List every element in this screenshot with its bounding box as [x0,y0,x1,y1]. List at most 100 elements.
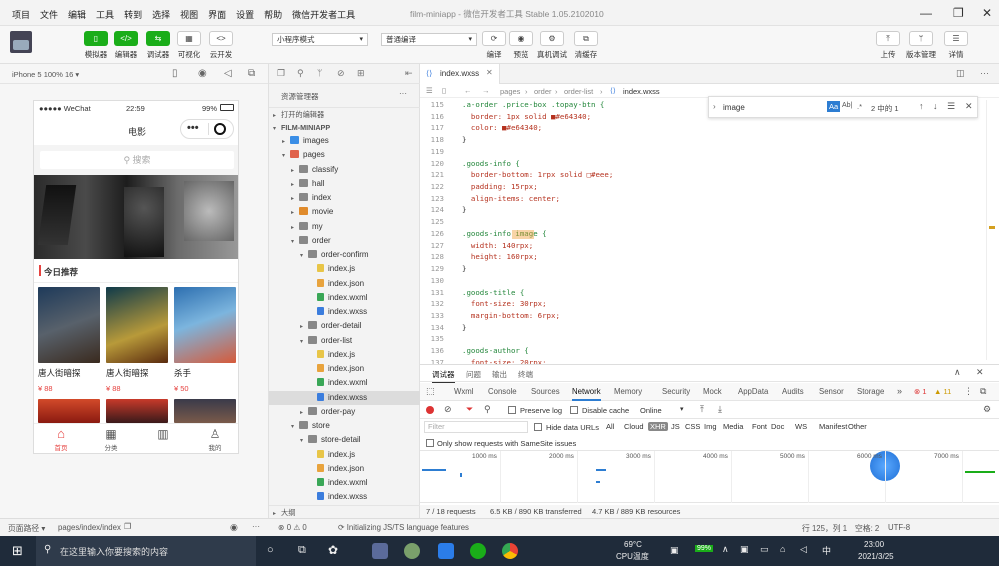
minimap-scrollbar[interactable] [986,100,996,360]
preview-eye-icon[interactable]: ◉ [230,522,238,533]
whole-word-toggle[interactable]: Ab| [842,102,852,109]
warning-count[interactable]: ▲ 11 [934,387,951,396]
file-item[interactable]: index.wxss [269,390,421,405]
tray-chevron-icon[interactable]: ∧ [722,544,729,555]
git-icon[interactable]: ᛘ [317,68,322,78]
file-item[interactable]: index.wxss [269,490,421,504]
breadcrumb-pages[interactable]: pages [500,87,520,96]
taskbar-date[interactable]: 2021/3/25 [858,552,894,561]
app-tray-icon[interactable]: ▣ [670,545,679,556]
find-input[interactable]: image [723,103,745,112]
code-line[interactable]: 132 font-size: 30rpx; [420,298,980,310]
minimize-icon[interactable]: — [920,6,932,20]
devtools-tab-memory[interactable]: Memory [614,387,642,396]
devtools-tab-appdata[interactable]: AppData [738,387,768,396]
breadcrumb-order-list[interactable]: order-list [564,87,593,96]
folder-item[interactable]: ▾ order-list [269,334,421,348]
devtools-tab-sources[interactable]: Sources [531,387,560,396]
close-tab-icon[interactable]: ✕ [486,68,493,77]
record-network-icon[interactable] [426,406,434,414]
menu-item-3[interactable]: 工具 [96,8,114,21]
list-icon[interactable]: ☰ [426,86,433,95]
folder-item[interactable]: ▸ classify [269,163,421,177]
forward-icon[interactable]: → [482,86,490,95]
devtools-tab-mock[interactable]: Mock [703,387,722,396]
filter-type-manifest[interactable]: Manifest [819,422,847,431]
file-item[interactable]: index.wxml [269,291,421,305]
find-in-selection-icon[interactable]: ☰ [947,101,955,112]
device-icon[interactable]: ▯ [172,68,178,79]
page-path-label[interactable]: 页面路径 ▾ [8,523,45,534]
code-line[interactable]: 120 .goods-info { [420,158,980,170]
windows-start-icon[interactable]: ⊞ [12,543,23,559]
code-line[interactable]: 130 [420,275,980,287]
file-item[interactable]: index.wxss [269,305,421,319]
tab-category[interactable]: ▦ 分类 [98,426,124,452]
code-line[interactable]: 124} [420,204,980,216]
toggle-replace-icon[interactable]: › [713,102,716,111]
toolbar-refresh-button[interactable]: ⟳ 编译 [482,31,506,60]
filter-type-ws[interactable]: WS [795,422,807,431]
disable-cache-checkbox[interactable] [570,406,578,414]
menu-item-9[interactable]: 帮助 [264,8,282,21]
folder-item[interactable]: ▸ my [269,220,421,234]
code-line[interactable]: 136 .goods-author { [420,345,980,357]
code-line[interactable]: 134} [420,322,980,334]
filter-type-css[interactable]: CSS [685,422,700,431]
prev-match-icon[interactable]: ↑ [919,101,924,111]
network-settings-icon[interactable]: ⚙ [983,404,991,415]
close-find-icon[interactable]: ✕ [965,101,973,112]
bookmark-icon[interactable]: ▯ [442,86,446,95]
devtools-top-tab[interactable]: 输出 [492,369,507,380]
folder-item[interactable]: ▾ order [269,234,421,248]
menu-item-4[interactable]: 转到 [124,8,142,21]
toolbar-grid-button[interactable]: ▦ 可视化 [177,31,201,60]
tab-tickets[interactable]: ▥ [152,426,174,442]
mode-select[interactable]: 小程序模式 [272,33,368,46]
menu-item-2[interactable]: 编辑 [68,8,86,21]
toolbar-cloud-button[interactable]: <> 云开发 [209,31,233,60]
capsule-menu[interactable]: ••• [180,119,234,139]
device-select[interactable]: iPhone 5 100% 16 ▾ [12,70,79,79]
folder-item[interactable]: ▸ order-detail [269,319,421,333]
code-line[interactable]: 125 [420,216,980,228]
devtools-close-icon[interactable]: ✕ [976,367,984,378]
devtools-tab-network[interactable]: Network [572,387,601,401]
code-line[interactable]: 128 height: 160rpx; [420,251,980,263]
filter-type-all[interactable]: All [606,422,614,431]
filter-type-img[interactable]: Img [704,422,717,431]
menu-item-6[interactable]: 视图 [180,8,198,21]
filter-type-js[interactable]: JS [671,422,680,431]
filter-type-cloud[interactable]: Cloud [624,422,644,431]
ime-indicator[interactable]: 中 [822,544,831,557]
debug-icon[interactable]: ⊘ [337,68,345,79]
menu-item-0[interactable]: 项目 [12,8,30,21]
maximize-icon[interactable]: ❐ [953,6,964,20]
breadcrumb-order[interactable]: order [534,87,552,96]
filter-type-doc[interactable]: Doc [771,422,784,431]
network-search-icon[interactable]: ⚲ [484,404,491,415]
filter-type-font[interactable]: Font [752,422,767,431]
cortana-icon[interactable]: ○ [267,544,274,556]
code-line[interactable]: 118} [420,134,980,146]
throttle-select[interactable]: Online [640,406,662,415]
file-item[interactable]: index.json [269,277,421,291]
toolbar-branch-button[interactable]: ᛘ 版本管理 [906,31,936,60]
movie-poster[interactable] [174,399,236,423]
dock-icon[interactable]: ⧉ [980,386,986,397]
inspect-icon[interactable]: ⬚ [426,386,435,397]
devtools-tab-audits[interactable]: Audits [782,387,804,396]
filter-type-other[interactable]: Other [848,422,867,431]
devtools-tab-wxml[interactable]: Wxml [454,387,474,396]
file-item[interactable]: index.json [269,362,421,376]
network-tray-icon[interactable]: ⌂ [780,544,785,554]
devtools-tab-console[interactable]: Console [488,387,517,396]
close-window-icon[interactable]: ✕ [982,6,992,20]
movie-poster[interactable] [106,287,168,363]
editor-tab-index-wxss[interactable]: ⟨⟩ index.wxss ✕ [420,64,500,84]
hide-data-urls-checkbox[interactable] [534,423,542,431]
record-icon[interactable]: ◉ [198,68,207,79]
filter-input[interactable]: Filter [424,421,528,433]
next-match-icon[interactable]: ↓ [933,101,938,111]
folder-item[interactable]: ▾ order-confirm [269,248,421,262]
